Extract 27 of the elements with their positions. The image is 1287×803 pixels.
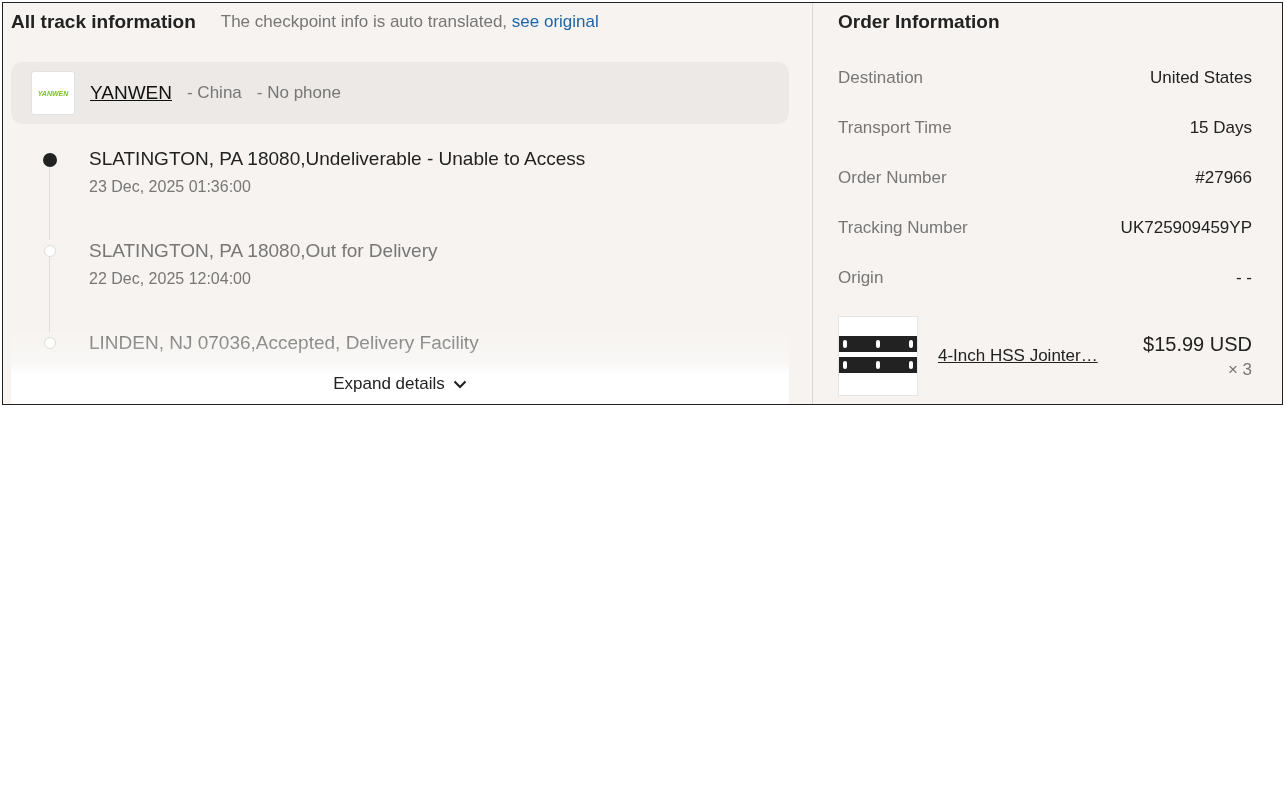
info-value: 15 Days [1189,118,1252,138]
info-value: #27966 [1195,168,1252,188]
event-time: 22 Dec, 2025 12:04:00 [89,270,252,288]
see-original-link[interactable]: see original [511,12,599,31]
section-title: All track information [11,11,196,33]
event-description: SLATINGTON, PA 18080,Out for Delivery [89,240,438,262]
product-quantity: × 3 [1227,359,1252,380]
translation-note: The checkpoint info is auto translated, see original [220,12,599,32]
carrier-country: - China [187,83,242,103]
info-value: UK725909459YP [1120,218,1252,238]
info-label: Origin [838,268,884,288]
info-value: United States [1149,68,1252,88]
info-label: Tracking Number [838,218,968,238]
info-label: Order Number [838,168,947,188]
carrier-phone: - No phone [256,83,341,103]
event-description: LINDEN, NJ 07036,Accepted, Delivery Facility [89,332,479,354]
event-description: SLATINGTON, PA 18080,Undeliverable - Unable to Access [89,148,586,170]
product-link[interactable]: 4-Inch HSS Jointer… [938,346,1124,366]
chevron-down-icon [452,379,467,389]
event-time: 23 Dec, 2025 01:36:00 [89,178,252,196]
carrier-name[interactable]: YANWEN [90,82,172,104]
info-label: Destination [838,68,924,88]
product-price: $15.99 USD [1143,332,1252,356]
expand-details-button[interactable]: Expand details [329,372,471,396]
order-title: Order Information [838,11,1001,34]
info-value: - - [1235,268,1252,288]
info-label: Transport Time [838,118,952,138]
